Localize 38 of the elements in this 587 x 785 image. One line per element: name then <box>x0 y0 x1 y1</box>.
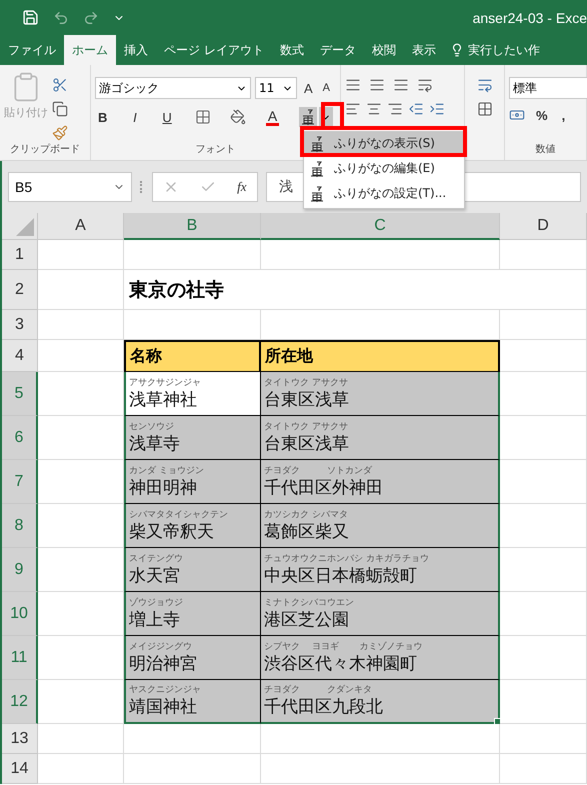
table-header-cell: 所在地 <box>261 340 500 372</box>
group-label: 数値 <box>536 143 556 157</box>
cell-text: 千代田区外神田 <box>264 476 384 498</box>
furigana-text: チュウオウクニホンバシ カキガラチョウ <box>264 552 430 564</box>
furigana-text: アサクサジンジャ <box>129 376 202 388</box>
window-title: anser24-03 - Exce <box>472 10 587 26</box>
cell-text: 台東区浅草 <box>264 432 350 454</box>
furigana-text: カツシカク シバマタ <box>264 508 349 520</box>
cell-text: 靖国神社 <box>129 696 198 718</box>
furigana-text: ヤスクニジンジャ <box>129 684 202 696</box>
furigana-text: シブヤク ヨヨギ カミゾノチョウ <box>264 640 424 652</box>
cell-text: 千代田区九段北 <box>264 696 384 718</box>
cell-text: 中央区日本橋蛎殻町 <box>264 564 418 586</box>
furigana-text: センソウジ <box>129 420 175 432</box>
furigana-text: シバマタタイシャクテン <box>129 508 229 520</box>
cell-text: 港区芝公園 <box>264 608 350 630</box>
table-header-cell: 名称 <box>124 340 261 372</box>
furigana-text: ゾウジョウジ <box>129 596 184 608</box>
cell-text: 渋谷区代々木神園町 <box>264 652 418 674</box>
cell-text: 神田明神 <box>129 476 198 498</box>
furigana-text: ミナトクシバコウエン <box>264 596 355 608</box>
group-label: クリップボード <box>10 142 80 157</box>
furigana-text: チヨダク ソトカンダ <box>264 464 373 476</box>
furigana-text: チヨダク クダンキタ <box>264 684 373 696</box>
cell-text: 浅草寺 <box>129 432 181 454</box>
furigana-text: タイトウク アサクサ <box>264 376 349 388</box>
cell-text: 水天宮 <box>129 564 181 586</box>
cell-text: 浅草神社 <box>129 388 198 410</box>
cell-text: 葛飾区柴又 <box>264 520 350 542</box>
group-label: フォント <box>196 143 236 157</box>
cell-text: 柴又帝釈天 <box>129 520 215 542</box>
furigana-text: タイトウク アサクサ <box>264 420 349 432</box>
furigana-text: カンダ ミョウジン <box>129 464 205 476</box>
furigana-text: メイジジングウ <box>129 640 193 652</box>
cell-text: 明治神宮 <box>129 652 198 674</box>
cell-text: 台東区浅草 <box>264 388 350 410</box>
furigana-text: スイテングウ <box>129 552 184 564</box>
cell-text: 増上寺 <box>129 608 181 630</box>
